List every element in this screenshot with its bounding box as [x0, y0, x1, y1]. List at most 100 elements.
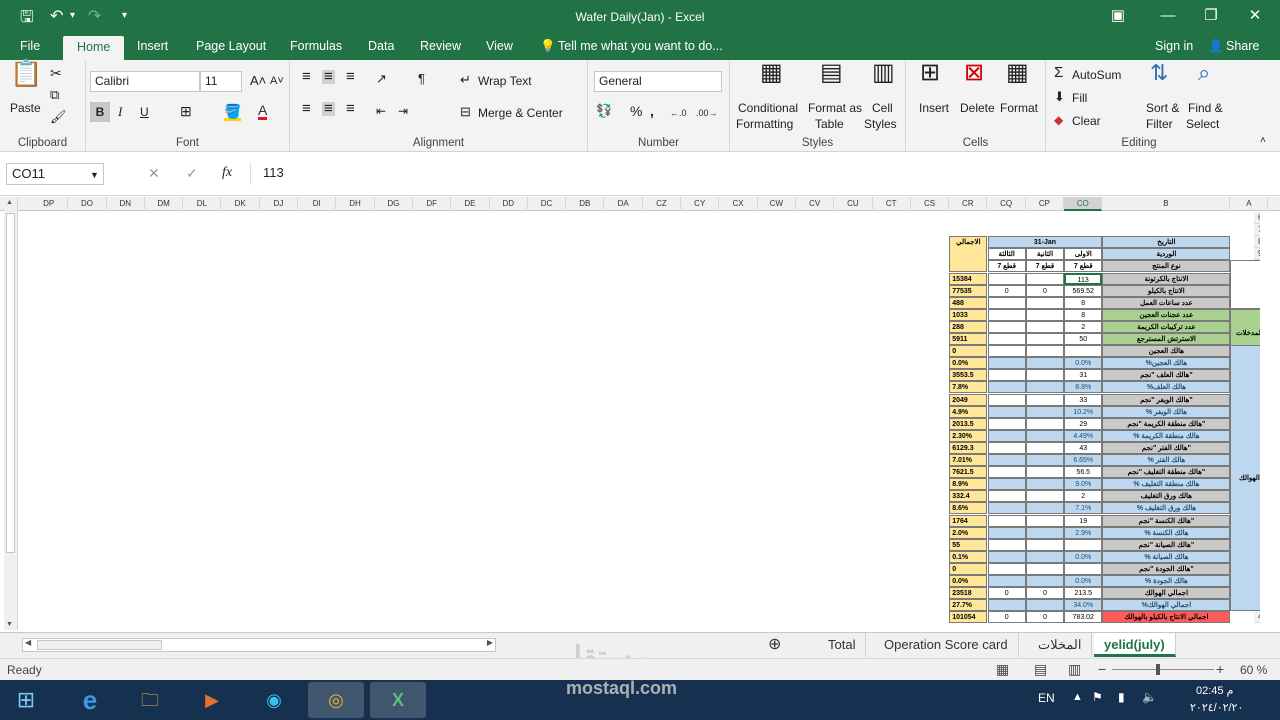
row-shift-3[interactable] [987, 405, 1026, 418]
row-shift-1[interactable]: 34.0% [1064, 599, 1103, 612]
row-shift-2[interactable] [1025, 538, 1065, 551]
column-header-cx[interactable]: CX [719, 197, 758, 211]
row-total[interactable]: 0.1% [949, 550, 988, 563]
row-label[interactable]: الاسترتش المسترجع [1102, 333, 1231, 346]
row-total[interactable]: 2013.5 [949, 417, 988, 430]
row-shift-2[interactable] [1025, 357, 1065, 370]
worksheet-grid[interactable]: 6789101112131417192122232425262728293031… [20, 211, 1260, 630]
row-shift-3[interactable]: 0 [987, 587, 1026, 600]
row-label[interactable]: %اجمالي الهوالك [1102, 599, 1231, 612]
hscroll-thumb[interactable] [37, 640, 162, 650]
clock-date[interactable]: ٢٠٢٤/٠٢/٢٠ [1190, 701, 1243, 714]
header-product-2[interactable]: قطع 7 [1025, 260, 1065, 273]
share-button[interactable]: Share [1226, 39, 1259, 53]
row-shift-3[interactable] [987, 466, 1026, 479]
row-total[interactable]: 23518 [949, 587, 988, 600]
row-header-9[interactable]: 9 [1254, 248, 1260, 261]
grow-font-icon[interactable]: A˄ [250, 74, 266, 88]
row-shift-3[interactable] [987, 333, 1026, 346]
scroll-right-icon[interactable]: ▶ [487, 638, 493, 647]
paste-icon[interactable]: 📋 [10, 60, 42, 86]
column-header-cr[interactable]: CR [949, 197, 988, 211]
row-label[interactable]: هالك منطقة الكريمة "نجم" [1102, 417, 1231, 430]
column-header-cy[interactable]: CY [681, 197, 720, 211]
row-shift-1[interactable]: 43 [1064, 441, 1103, 454]
increase-indent-icon[interactable]: ⇥ [398, 104, 408, 118]
row-label[interactable]: %هالك العجين [1102, 357, 1231, 370]
header-product-1[interactable]: قطع 7 [1064, 260, 1103, 273]
clear-button[interactable]: Clear [1072, 114, 1101, 128]
row-label[interactable]: هالك العجين [1102, 345, 1231, 358]
enter-icon[interactable]: ✓ [186, 166, 198, 180]
row-shift-1[interactable]: 19 [1064, 514, 1103, 527]
row-label[interactable]: % هالك ورق التغليف [1102, 502, 1231, 515]
media-player-icon[interactable]: ▶ [184, 682, 240, 718]
row-label[interactable]: % هالك الجودة [1102, 575, 1231, 588]
header-shift-2[interactable]: الثانية [1025, 248, 1065, 261]
row-shift-1[interactable]: 33 [1064, 393, 1103, 406]
row-total[interactable]: 0 [949, 345, 988, 358]
decrease-indent-icon[interactable]: ⇤ [376, 104, 386, 118]
scroll-thumb[interactable] [6, 213, 15, 553]
row-total[interactable]: 15384 [949, 272, 988, 285]
cut-icon[interactable]: ✂ [50, 66, 62, 80]
row-shift-1[interactable]: 783.02 [1064, 611, 1103, 624]
row-header-8[interactable]: 8 [1254, 236, 1260, 249]
row-shift-3[interactable] [987, 381, 1026, 394]
find-select-label2[interactable]: Select [1186, 117, 1219, 131]
row-shift-3[interactable] [987, 320, 1026, 333]
row-shift-3[interactable] [987, 417, 1026, 430]
zoom-in-icon[interactable]: + [1216, 661, 1224, 677]
row-label[interactable]: % هالك الكنسة [1102, 526, 1231, 539]
column-header-db[interactable]: DB [566, 197, 605, 211]
fill-color-icon[interactable]: 🪣 [224, 104, 242, 121]
row-shift-2[interactable] [1025, 514, 1065, 527]
shrink-font-icon[interactable]: A˅ [270, 74, 284, 88]
row-total[interactable]: 332.4 [949, 490, 988, 503]
number-format-box[interactable]: General [594, 71, 722, 92]
row-shift-3[interactable] [987, 514, 1026, 527]
row-shift-1[interactable]: 50 [1064, 333, 1103, 346]
text-direction-icon[interactable]: ¶ [418, 72, 425, 86]
row-shift-1[interactable]: 8.8% [1064, 381, 1103, 394]
format-as-table-label2[interactable]: Table [815, 117, 844, 131]
column-header-dh[interactable]: DH [336, 197, 375, 211]
tab-view[interactable]: View [486, 39, 513, 53]
header-date[interactable]: 31-Jan [987, 236, 1103, 249]
row-shift-1[interactable]: 0.0% [1064, 357, 1103, 370]
row-shift-1[interactable]: 6.65% [1064, 454, 1103, 467]
row-shift-2[interactable] [1025, 478, 1065, 491]
orientation-icon[interactable]: ↗ [376, 72, 387, 86]
tab-formulas[interactable]: Formulas [290, 39, 342, 53]
signal-icon[interactable]: ▮ [1118, 690, 1125, 704]
column-header-dj[interactable]: DJ [260, 197, 299, 211]
row-total[interactable]: 0.0% [949, 357, 988, 370]
tab-review[interactable]: Review [420, 39, 461, 53]
row-shift-2[interactable] [1025, 345, 1065, 358]
label-shift[interactable]: الوردية [1102, 248, 1231, 261]
row-shift-1[interactable]: 0.0% [1064, 575, 1103, 588]
row-label[interactable]: %هالك العلف [1102, 381, 1231, 394]
cell-styles-button[interactable]: Cell [872, 101, 893, 115]
row-shift-2[interactable] [1025, 526, 1065, 539]
selected-cell[interactable]: 113 [1064, 272, 1103, 285]
row-shift-3[interactable]: 0 [987, 284, 1026, 297]
column-header-dd[interactable]: DD [490, 197, 528, 211]
row-shift-1[interactable]: 2 [1064, 490, 1103, 503]
row-shift-1[interactable]: 4.49% [1064, 429, 1103, 442]
row-label[interactable]: اجمالي الانتاج بالكيلو بالهوالك [1102, 611, 1231, 624]
tab-data[interactable]: Data [368, 39, 394, 53]
chrome-icon[interactable]: ◎ [308, 682, 364, 718]
sheet-tab-total[interactable]: Total [818, 633, 867, 657]
row-shift-2[interactable] [1025, 429, 1065, 442]
font-color-icon[interactable]: A [258, 103, 268, 120]
row-shift-2[interactable] [1025, 405, 1065, 418]
sign-in-link[interactable]: Sign in [1155, 39, 1193, 53]
row-shift-2[interactable] [1025, 550, 1065, 563]
tray-expand-icon[interactable]: ▲ [1072, 691, 1083, 703]
row-total[interactable]: 101054 [949, 611, 988, 624]
row-total[interactable]: 2.30% [949, 429, 988, 442]
formula-input[interactable]: 113 [250, 163, 1270, 185]
row-label[interactable]: هالك العلف "نجم" [1102, 369, 1231, 382]
row-label[interactable]: % هالك الصيانة [1102, 550, 1231, 563]
